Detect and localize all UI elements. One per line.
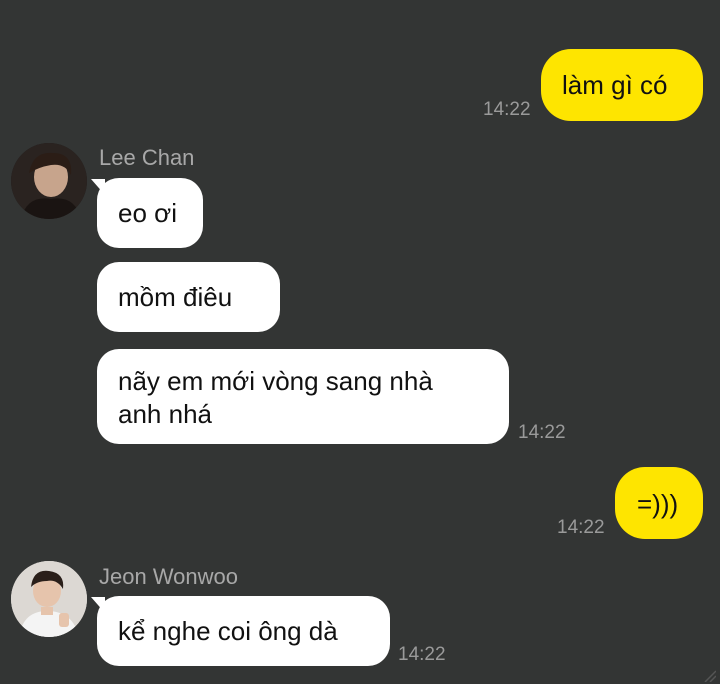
message-timestamp: 14:22 <box>483 99 531 120</box>
sender-avatar[interactable] <box>11 143 87 219</box>
sender-name: Lee Chan <box>99 145 195 170</box>
message-text-line: nãy em mới vòng sang nhà <box>118 366 433 396</box>
message-timestamp: 14:22 <box>557 517 605 538</box>
sender-avatar[interactable] <box>11 561 87 637</box>
message-timestamp: 14:22 <box>398 644 446 665</box>
incoming-message-bubble[interactable]: kể nghe coi ông dà <box>97 596 390 666</box>
profile-photo-icon <box>11 143 87 219</box>
message-timestamp: 14:22 <box>518 422 566 443</box>
message-text: mồm điêu <box>118 282 233 312</box>
message-text: =))) <box>637 489 679 519</box>
sender-name: Jeon Wonwoo <box>99 564 239 589</box>
resize-grip-icon <box>704 670 716 682</box>
outgoing-message-bubble[interactable]: làm gì có <box>541 49 703 121</box>
incoming-message-bubble[interactable]: nãy em mới vòng sang nhà anh nhá <box>97 349 509 444</box>
message-text: kể nghe coi ông dà <box>118 616 338 646</box>
incoming-message-bubble[interactable]: eo ơi <box>97 178 203 248</box>
profile-photo-icon <box>11 561 87 637</box>
incoming-message-bubble[interactable]: mồm điêu <box>97 262 280 332</box>
outgoing-message-bubble[interactable]: =))) <box>615 467 703 539</box>
message-text: eo ơi <box>118 198 177 228</box>
message-text: làm gì có <box>562 70 668 100</box>
message-text-line: anh nhá <box>118 399 212 429</box>
